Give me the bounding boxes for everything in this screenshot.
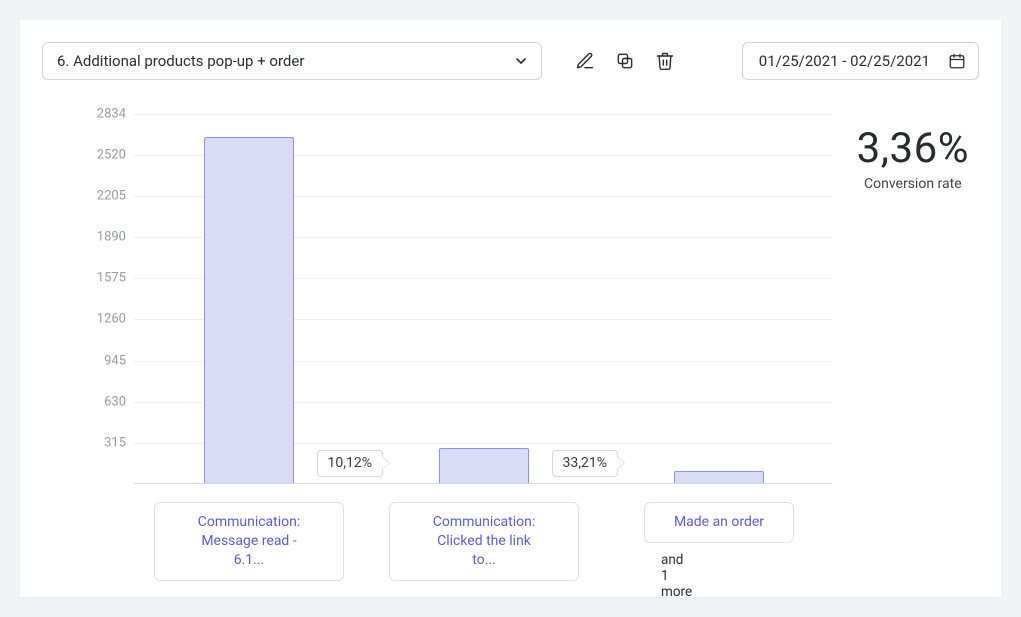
date-range-label: 01/25/2021 - 02/25/2021 (759, 52, 930, 70)
conversion-rate-summary: 3,36% Conversion rate (857, 128, 969, 192)
step-drop-label: 10,12% (317, 450, 383, 477)
funnel-step-label[interactable]: Made an order (644, 502, 794, 543)
funnel-bar[interactable] (674, 471, 764, 483)
copy-button[interactable] (612, 48, 638, 74)
y-axis-tick: 315 (82, 435, 126, 450)
pencil-icon (575, 51, 595, 71)
y-axis-tick: 2205 (82, 189, 126, 204)
toolbar: 6. Additional products pop-up + order (42, 42, 979, 80)
funnel-select-label: 6. Additional products pop-up + order (57, 52, 304, 70)
funnel-select[interactable]: 6. Additional products pop-up + order (42, 42, 542, 80)
more-events-link[interactable]: and 1 more event (661, 552, 694, 597)
funnel-chart: 3,36% Conversion rate 10,12%33,21% 28342… (42, 114, 979, 584)
trash-icon (655, 51, 675, 71)
funnel-card: 6. Additional products pop-up + order (20, 20, 1001, 597)
funnel-bar[interactable] (204, 137, 294, 483)
conversion-rate-value: 3,36% (857, 128, 969, 170)
y-axis-tick: 945 (82, 353, 126, 368)
y-axis-tick: 1890 (82, 230, 126, 245)
funnel-step-label[interactable]: Communication: Clicked the link to... (389, 502, 579, 581)
delete-button[interactable] (652, 48, 678, 74)
step-drop-label: 33,21% (552, 450, 618, 477)
calendar-icon (948, 52, 966, 70)
funnel-bar[interactable] (439, 448, 529, 483)
y-axis-tick: 1260 (82, 312, 126, 327)
y-axis-tick: 2834 (82, 107, 126, 122)
y-axis-tick: 2520 (82, 147, 126, 162)
funnel-step-label[interactable]: Communication: Message read - 6.1... (154, 502, 344, 581)
plot-area: 10,12% 33,21% (134, 114, 832, 484)
y-axis-tick: 630 (82, 394, 126, 409)
copy-icon (615, 51, 635, 71)
date-range-picker[interactable]: 01/25/2021 - 02/25/2021 (742, 42, 979, 80)
edit-button[interactable] (572, 48, 598, 74)
chevron-down-icon (515, 55, 527, 67)
y-axis-tick: 1575 (82, 271, 126, 286)
conversion-rate-label: Conversion rate (857, 176, 969, 192)
